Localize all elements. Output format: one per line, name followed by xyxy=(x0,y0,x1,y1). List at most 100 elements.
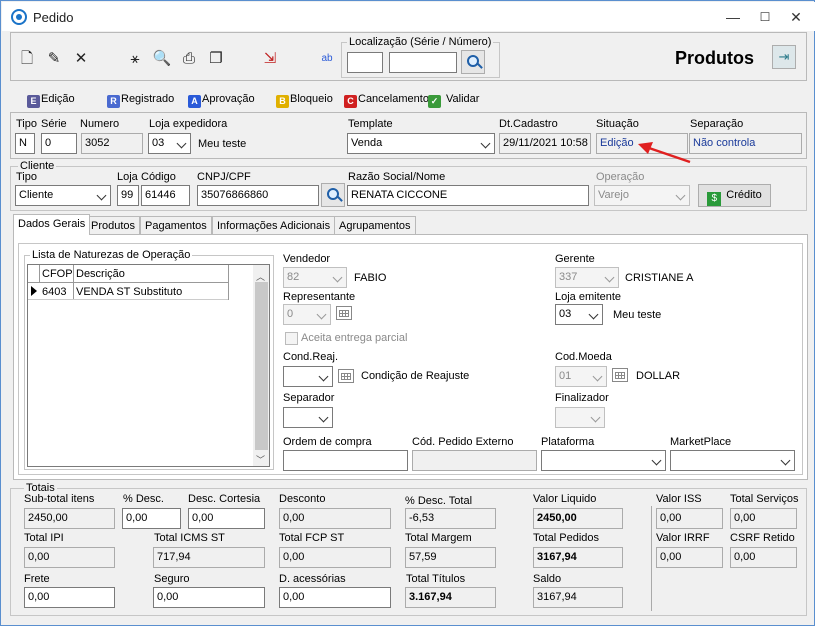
print-icon[interactable]: ⎙ xyxy=(179,49,199,69)
separador-select[interactable] xyxy=(283,407,333,428)
cliente-tipo-select[interactable]: Cliente xyxy=(15,185,111,206)
dtcadastro-label: Dt.Cadastro xyxy=(499,118,558,130)
action-aprovacao[interactable]: A Aprovação xyxy=(188,91,255,108)
cnpj-label: CNPJ/CPF xyxy=(197,171,251,183)
action-validar[interactable]: ✓ Validar xyxy=(428,91,479,108)
vendedor-select[interactable]: 82 xyxy=(283,267,347,288)
scrollbar-thumb[interactable] xyxy=(255,282,268,450)
numero-label: Numero xyxy=(80,118,120,130)
numero-search-input[interactable] xyxy=(389,52,457,73)
calendar-icon[interactable] xyxy=(338,369,354,383)
operacao-select[interactable]: Varejo xyxy=(594,185,690,206)
action-cancelamento[interactable]: C Cancelamento xyxy=(344,91,429,108)
total-pedidos-label: Total Pedidos xyxy=(533,532,600,544)
tab-produtos[interactable]: Produtos xyxy=(86,216,141,235)
exit-icon[interactable]: ⇥ xyxy=(772,45,796,69)
credito-button[interactable]: $ Crédito xyxy=(698,184,771,207)
situacao-label: Situação xyxy=(596,118,639,130)
cliente-codigo-input[interactable]: 61446 xyxy=(141,185,190,206)
acessorias-input[interactable]: 0,00 xyxy=(279,587,391,608)
total-servicos-value: 0,00 xyxy=(730,508,797,529)
pdesc-input[interactable]: 0,00 xyxy=(122,508,181,529)
close-button[interactable]: ✕ xyxy=(781,6,811,28)
column-divider xyxy=(228,265,229,300)
delete-icon[interactable]: ✕ xyxy=(71,49,91,69)
tipo-input[interactable]: N xyxy=(15,133,35,154)
razao-social-input[interactable]: RENATA CICCONE xyxy=(347,185,589,206)
credito-label: Crédito xyxy=(726,189,762,201)
total-servicos-label: Total Serviços xyxy=(730,493,799,505)
annotation-arrow-icon xyxy=(638,142,691,164)
loja-emitente-select[interactable]: 03 xyxy=(555,304,603,325)
finalizador-select[interactable] xyxy=(555,407,605,428)
desconto-value: 0,00 xyxy=(279,508,391,529)
cond-reaj-select[interactable] xyxy=(283,366,333,387)
aceita-entrega-checkbox[interactable] xyxy=(285,332,298,345)
preview-icon[interactable]: 🔍 xyxy=(152,49,172,69)
cod-moeda-select[interactable]: 01 xyxy=(555,366,607,387)
money-icon: $ xyxy=(707,192,722,206)
finalizador-label: Finalizador xyxy=(555,392,609,404)
representante-select[interactable]: 0 xyxy=(283,304,331,325)
template-select[interactable]: Venda xyxy=(347,133,495,154)
search-icon[interactable] xyxy=(461,50,485,74)
action-edicao[interactable]: E Edição xyxy=(27,91,75,108)
edit-icon[interactable]: ✎ xyxy=(44,49,64,69)
tab-agrupamentos[interactable]: Agrupamentos xyxy=(334,216,416,235)
desc-cortesia-input[interactable]: 0,00 xyxy=(188,508,265,529)
cliente-loja-input[interactable]: 99 xyxy=(117,185,139,206)
bloqueio-icon: B xyxy=(276,95,289,108)
tab-informacoes-adicionais[interactable]: Informações Adicionais xyxy=(212,216,336,235)
cfop-column-header: CFOP xyxy=(42,268,73,280)
action-registrado[interactable]: R Registrado xyxy=(107,91,174,108)
cnpj-input[interactable]: 35076866860 xyxy=(197,185,319,206)
seguro-input[interactable]: 0,00 xyxy=(153,587,265,608)
action-bloqueio[interactable]: B Bloqueio xyxy=(276,91,333,108)
total-ipi-value: 0,00 xyxy=(24,547,115,568)
wand-icon[interactable]: ⚹ xyxy=(125,49,145,69)
new-document-icon[interactable]: 🗋 xyxy=(17,49,37,69)
valor-liquido-label: Valor Liquido xyxy=(533,493,597,505)
naturezas-label: Lista de Naturezas de Operação xyxy=(30,249,193,261)
abc-icon[interactable]: ab xyxy=(317,49,337,69)
valor-liquido-value: 2450,00 xyxy=(533,508,623,529)
marketplace-label: MarketPlace xyxy=(670,436,732,448)
serie-input[interactable]: 0 xyxy=(41,133,77,154)
validar-icon: ✓ xyxy=(428,95,441,108)
calendar-icon[interactable] xyxy=(336,306,352,320)
maximize-button[interactable]: ☐ xyxy=(750,6,780,28)
total-titulos-value: 3.167,94 xyxy=(405,587,496,608)
marketplace-select[interactable] xyxy=(670,450,795,471)
seguro-label: Seguro xyxy=(154,573,190,585)
tab-dados-gerais[interactable]: Dados Gerais xyxy=(13,214,91,235)
gerente-label: Gerente xyxy=(555,253,595,265)
saldo-label: Saldo xyxy=(533,573,562,585)
serie-label: Série xyxy=(41,118,67,130)
ordem-compra-input[interactable] xyxy=(283,450,408,471)
gerente-select[interactable]: 337 xyxy=(555,267,619,288)
minimize-button[interactable]: — xyxy=(718,6,748,28)
loja-expedidora-name: Meu teste xyxy=(198,138,247,150)
loja-expedidora-select[interactable]: 03 xyxy=(148,133,191,154)
cliente-loja-label: Loja xyxy=(117,171,138,183)
csrf-retido-value: 0,00 xyxy=(730,547,797,568)
valor-iss-value: 0,00 xyxy=(656,508,723,529)
copy-icon[interactable]: ❐ xyxy=(206,49,226,69)
tipo-label: Tipo xyxy=(16,118,37,130)
scroll-down-icon[interactable]: ﹀ xyxy=(256,453,265,466)
total-fcp-st-value: 0,00 xyxy=(279,547,391,568)
frete-input[interactable]: 0,00 xyxy=(24,587,115,608)
serie-search-input[interactable] xyxy=(347,52,383,73)
loja-emitente-label: Loja emitente xyxy=(555,291,622,303)
cliente-search-icon[interactable] xyxy=(321,183,345,207)
subtotal-label: Sub-total itens xyxy=(24,493,95,505)
aceita-entrega-label: Aceita entrega parcial xyxy=(301,332,408,344)
export-icon[interactable]: ⇲ xyxy=(260,49,280,69)
plataforma-select[interactable] xyxy=(541,450,666,471)
action-edicao-label: Edição xyxy=(41,93,75,105)
razao-social-label: Razão Social/Nome xyxy=(348,171,446,183)
cliente-codigo-label: Código xyxy=(141,171,176,183)
calendar-icon[interactable] xyxy=(612,368,628,382)
total-titulos-label: Total Títulos xyxy=(406,573,466,585)
tab-pagamentos[interactable]: Pagamentos xyxy=(140,216,212,235)
